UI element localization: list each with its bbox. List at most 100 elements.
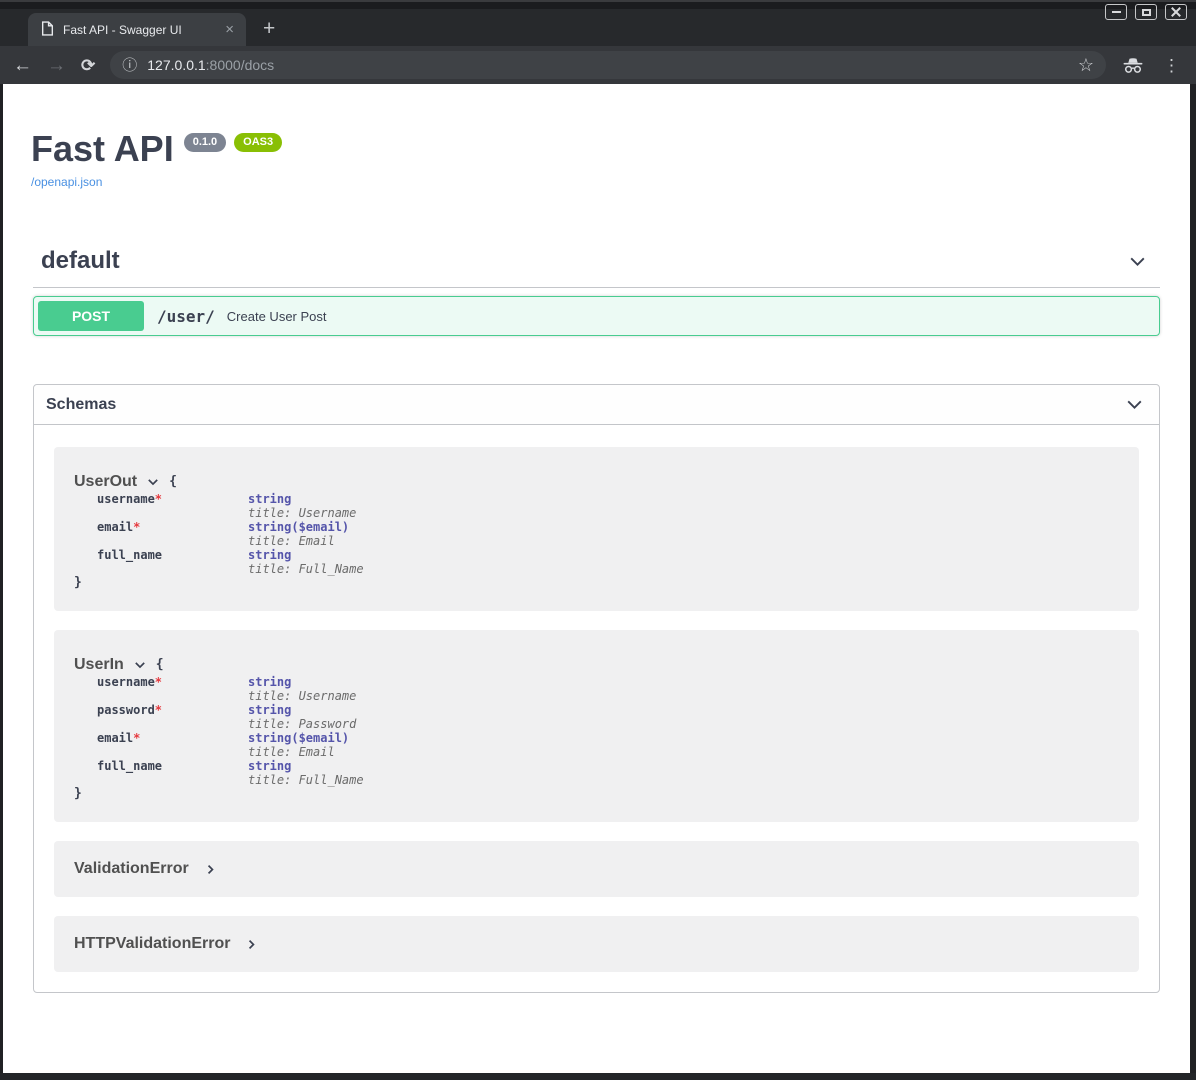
tab-bar: Fast API - Swagger UI × + bbox=[0, 9, 1196, 46]
property-title: title: Email bbox=[248, 745, 349, 759]
api-badges: 0.1.0 OAS3 bbox=[184, 133, 282, 152]
browser-window: Fast API - Swagger UI × + ← → ⟳ ⓘ 127.0.… bbox=[0, 0, 1196, 1080]
model-name[interactable]: ValidationError bbox=[74, 860, 189, 878]
site-info-icon[interactable]: ⓘ bbox=[122, 58, 137, 73]
schemas-header[interactable]: Schemas bbox=[34, 385, 1159, 425]
property-type: string bbox=[248, 675, 356, 689]
property-type: string($email) bbox=[248, 731, 349, 745]
model-name[interactable]: HTTPValidationError bbox=[74, 935, 230, 953]
property-type: string bbox=[248, 759, 364, 773]
model-toggle-chevron-icon[interactable] bbox=[133, 658, 147, 672]
model-httpvalidationerror[interactable]: HTTPValidationError bbox=[54, 916, 1139, 972]
required-star: * bbox=[155, 675, 162, 689]
model-expand-chevron-icon[interactable] bbox=[245, 938, 258, 951]
window-minimize-button[interactable] bbox=[1105, 4, 1127, 20]
chevron-down-icon[interactable] bbox=[1127, 251, 1148, 272]
chevron-down-icon[interactable] bbox=[1124, 394, 1145, 415]
new-tab-button[interactable]: + bbox=[263, 18, 275, 39]
required-star: * bbox=[155, 703, 162, 717]
version-badge: 0.1.0 bbox=[184, 133, 226, 152]
minimize-icon bbox=[1112, 11, 1121, 13]
bookmark-star-icon[interactable]: ☆ bbox=[1078, 56, 1094, 74]
schemas-title: Schemas bbox=[46, 396, 116, 414]
incognito-icon bbox=[1121, 57, 1145, 74]
property-definition: string title: Full_Name bbox=[248, 759, 364, 787]
model-properties: username* string title: Username passwor… bbox=[97, 675, 1119, 787]
property-title: title: Username bbox=[248, 689, 356, 703]
brace-open: { bbox=[156, 655, 164, 674]
endpoint-path: /user/ bbox=[157, 307, 215, 326]
property-type: string bbox=[248, 703, 356, 717]
window-close-button[interactable] bbox=[1165, 4, 1187, 20]
window-titlebar[interactable] bbox=[0, 0, 1196, 9]
brace-close: } bbox=[74, 576, 1119, 590]
schemas-body: UserOut { username* string title: Userna… bbox=[34, 425, 1159, 992]
property-name: email* bbox=[97, 731, 248, 759]
model-userin-head[interactable]: UserIn { bbox=[74, 655, 1119, 674]
required-star: * bbox=[133, 520, 140, 534]
browser-toolbar: ← → ⟳ ⓘ 127.0.0.1:8000/docs ☆ ⋮ bbox=[0, 46, 1196, 84]
tag-default-header[interactable]: default bbox=[33, 247, 1160, 288]
property-type: string bbox=[248, 548, 364, 562]
model-name[interactable]: UserOut bbox=[74, 472, 137, 491]
property-title: title: Full_Name bbox=[248, 562, 364, 576]
tab-title: Fast API - Swagger UI bbox=[63, 23, 212, 37]
model-properties: username* string title: Username email* … bbox=[97, 492, 1119, 576]
swagger-page: Fast API 0.1.0 OAS3 /openapi.json defaul… bbox=[3, 84, 1190, 1073]
property-name: password* bbox=[97, 703, 248, 731]
model-expand-chevron-icon[interactable] bbox=[204, 863, 217, 876]
model-validationerror[interactable]: ValidationError bbox=[54, 841, 1139, 897]
property-type: string($email) bbox=[248, 520, 349, 534]
http-method-badge: POST bbox=[38, 301, 144, 331]
property-definition: string title: Username bbox=[248, 492, 356, 520]
endpoint-summary: Create User Post bbox=[227, 309, 327, 324]
back-button[interactable]: ← bbox=[13, 56, 32, 75]
window-controls bbox=[1105, 4, 1187, 20]
required-star: * bbox=[133, 731, 140, 745]
property-name: username* bbox=[97, 675, 248, 703]
model-name[interactable]: UserIn bbox=[74, 655, 124, 674]
property-definition: string title: Password bbox=[248, 703, 356, 731]
property-definition: string title: Username bbox=[248, 675, 356, 703]
openapi-spec-link[interactable]: /openapi.json bbox=[31, 175, 102, 189]
url-host: 127.0.0.1 bbox=[147, 57, 205, 73]
property-title: title: Username bbox=[248, 506, 356, 520]
model-property: email* string($email) title: Email bbox=[97, 731, 1119, 759]
property-title: title: Email bbox=[248, 534, 349, 548]
property-type: string bbox=[248, 492, 356, 506]
property-title: title: Full_Name bbox=[248, 773, 364, 787]
forward-button[interactable]: → bbox=[47, 56, 66, 75]
browser-menu-button[interactable]: ⋮ bbox=[1160, 57, 1183, 74]
model-property: full_name string title: Full_Name bbox=[97, 548, 1119, 576]
address-bar[interactable]: ⓘ 127.0.0.1:8000/docs ☆ bbox=[110, 51, 1106, 79]
maximize-icon bbox=[1142, 9, 1151, 16]
model-property: email* string($email) title: Email bbox=[97, 520, 1119, 548]
brace-open: { bbox=[169, 472, 177, 491]
opblock-post-user[interactable]: POST /user/ Create User Post bbox=[33, 296, 1160, 336]
property-name: full_name bbox=[97, 759, 248, 787]
model-toggle-chevron-icon[interactable] bbox=[146, 475, 160, 489]
model-userout-head[interactable]: UserOut { bbox=[74, 472, 1119, 491]
api-info: Fast API 0.1.0 OAS3 /openapi.json bbox=[3, 84, 1190, 191]
property-definition: string($email) title: Email bbox=[248, 731, 349, 759]
window-bottom-edge bbox=[0, 1073, 1196, 1080]
model-property: username* string title: Username bbox=[97, 492, 1119, 520]
tab-fast-api-swagger[interactable]: Fast API - Swagger UI × bbox=[28, 13, 246, 46]
property-definition: string title: Full_Name bbox=[248, 548, 364, 576]
property-definition: string($email) title: Email bbox=[248, 520, 349, 548]
window-maximize-button[interactable] bbox=[1135, 4, 1157, 20]
tag-title: default bbox=[41, 247, 120, 275]
reload-button[interactable]: ⟳ bbox=[81, 57, 95, 74]
property-title: title: Password bbox=[248, 717, 356, 731]
page-favicon-icon bbox=[41, 21, 54, 39]
tab-close-icon[interactable]: × bbox=[221, 22, 238, 37]
api-title-text: Fast API bbox=[31, 130, 174, 168]
model-property: username* string title: Username bbox=[97, 675, 1119, 703]
close-icon bbox=[1171, 7, 1181, 17]
brace-close: } bbox=[74, 787, 1119, 801]
property-name: full_name bbox=[97, 548, 248, 576]
property-name: email* bbox=[97, 520, 248, 548]
tag-section-default: default POST /user/ Create User Post bbox=[33, 247, 1160, 336]
schemas-section: Schemas UserOut { username* st bbox=[33, 384, 1160, 993]
url-text[interactable]: 127.0.0.1:8000/docs bbox=[147, 57, 1068, 73]
